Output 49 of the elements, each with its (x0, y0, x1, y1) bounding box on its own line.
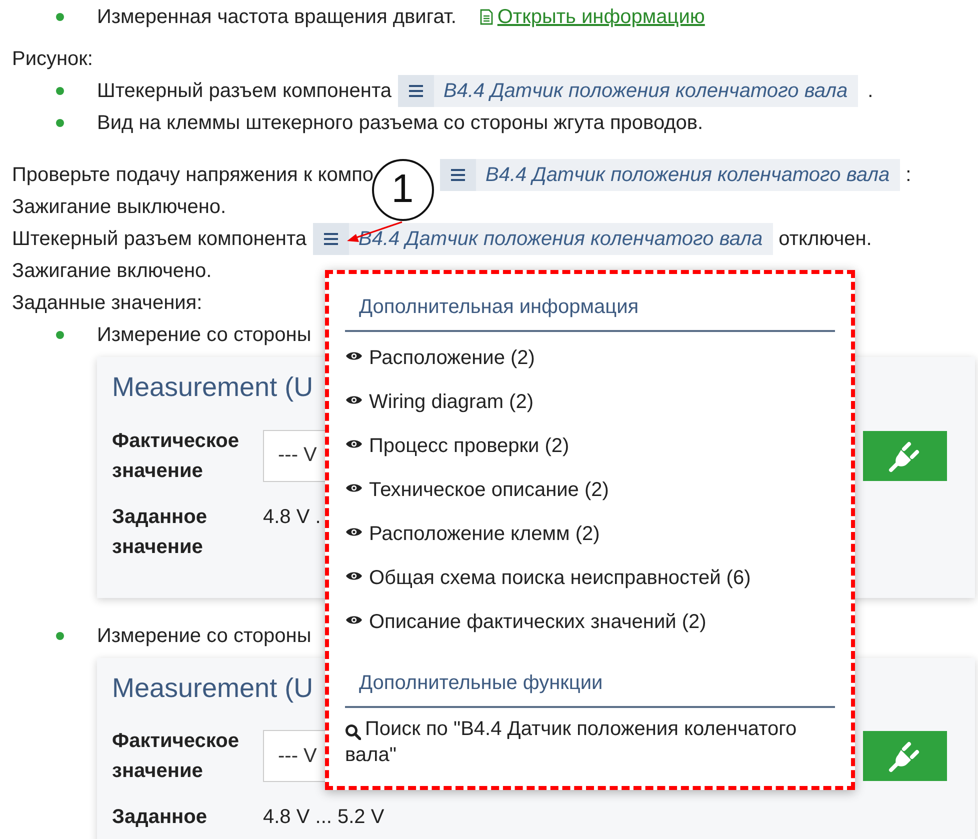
field-label: Заданное (112, 805, 208, 830)
menu-button[interactable] (312, 223, 349, 255)
menu-icon (450, 169, 465, 181)
callout-number: 1 (372, 159, 434, 221)
text: отключен. (778, 227, 872, 252)
document-icon (480, 9, 494, 25)
text: Проверьте подачу напряжения к компо (12, 163, 374, 188)
menu-button[interactable] (398, 75, 434, 107)
info-link[interactable]: Открыть информацию (497, 2, 705, 32)
bullet-dot (56, 87, 64, 95)
value-text: 4.8 V . (263, 504, 321, 530)
connect-button[interactable] (863, 731, 947, 781)
card-title: Measurement (U (112, 371, 314, 404)
text: Измеренная частота вращения двигат. (97, 5, 456, 30)
text: Зажигание выключено. (12, 195, 226, 220)
section-heading: Дополнительная информация (345, 292, 835, 332)
menu-item[interactable]: Поиск по "B4.4 Датчик положения коленчатого вала" (345, 712, 835, 777)
text: Вид на клеммы штекерного разъема со стороны жгута проводов. (97, 111, 704, 136)
menu-button[interactable] (440, 159, 476, 191)
text: . (868, 79, 874, 104)
value-text: 4.8 V ... 5.2 V (263, 805, 384, 830)
menu-item[interactable]: Расположение (2) (345, 336, 835, 380)
field-label: Фактическое значение (112, 428, 240, 484)
connect-button[interactable] (863, 430, 947, 480)
text: Рисунок: (12, 47, 94, 72)
text: Заданные значения: (12, 291, 202, 316)
menu-item[interactable]: Расположение клемм (2) (345, 512, 835, 556)
bullet-dot (56, 13, 64, 21)
field-label: Заданное значение (112, 504, 208, 560)
text: Штекерный разъем компонента (12, 227, 307, 252)
search-icon (345, 724, 361, 740)
bullet-dot (56, 632, 64, 640)
section-heading: Дополнительные функции (345, 668, 835, 708)
bullet-dot (56, 119, 64, 127)
text: Зажигание включено. (12, 259, 212, 284)
menu-item[interactable]: Техническое описание (2) (345, 468, 835, 512)
menu-item[interactable]: Описание фактических значений (2) (345, 600, 835, 644)
menu-item[interactable]: Wiring diagram (2) (345, 380, 835, 424)
text: Измерение со стороны (97, 323, 312, 348)
text: : (906, 163, 912, 188)
text: Штекерный разъем компонента (97, 79, 392, 104)
bullet-dot (56, 331, 64, 339)
text: Измерение со стороны (97, 624, 312, 648)
card-title: Measurement (U (112, 672, 314, 705)
field-label: Фактическое значение (112, 729, 240, 784)
menu-item[interactable]: Общая схема поиска неисправностей (6) (345, 556, 835, 600)
menu-icon (408, 85, 423, 97)
menu-item[interactable]: Процесс проверки (2) (345, 424, 835, 468)
menu-icon (324, 233, 338, 245)
